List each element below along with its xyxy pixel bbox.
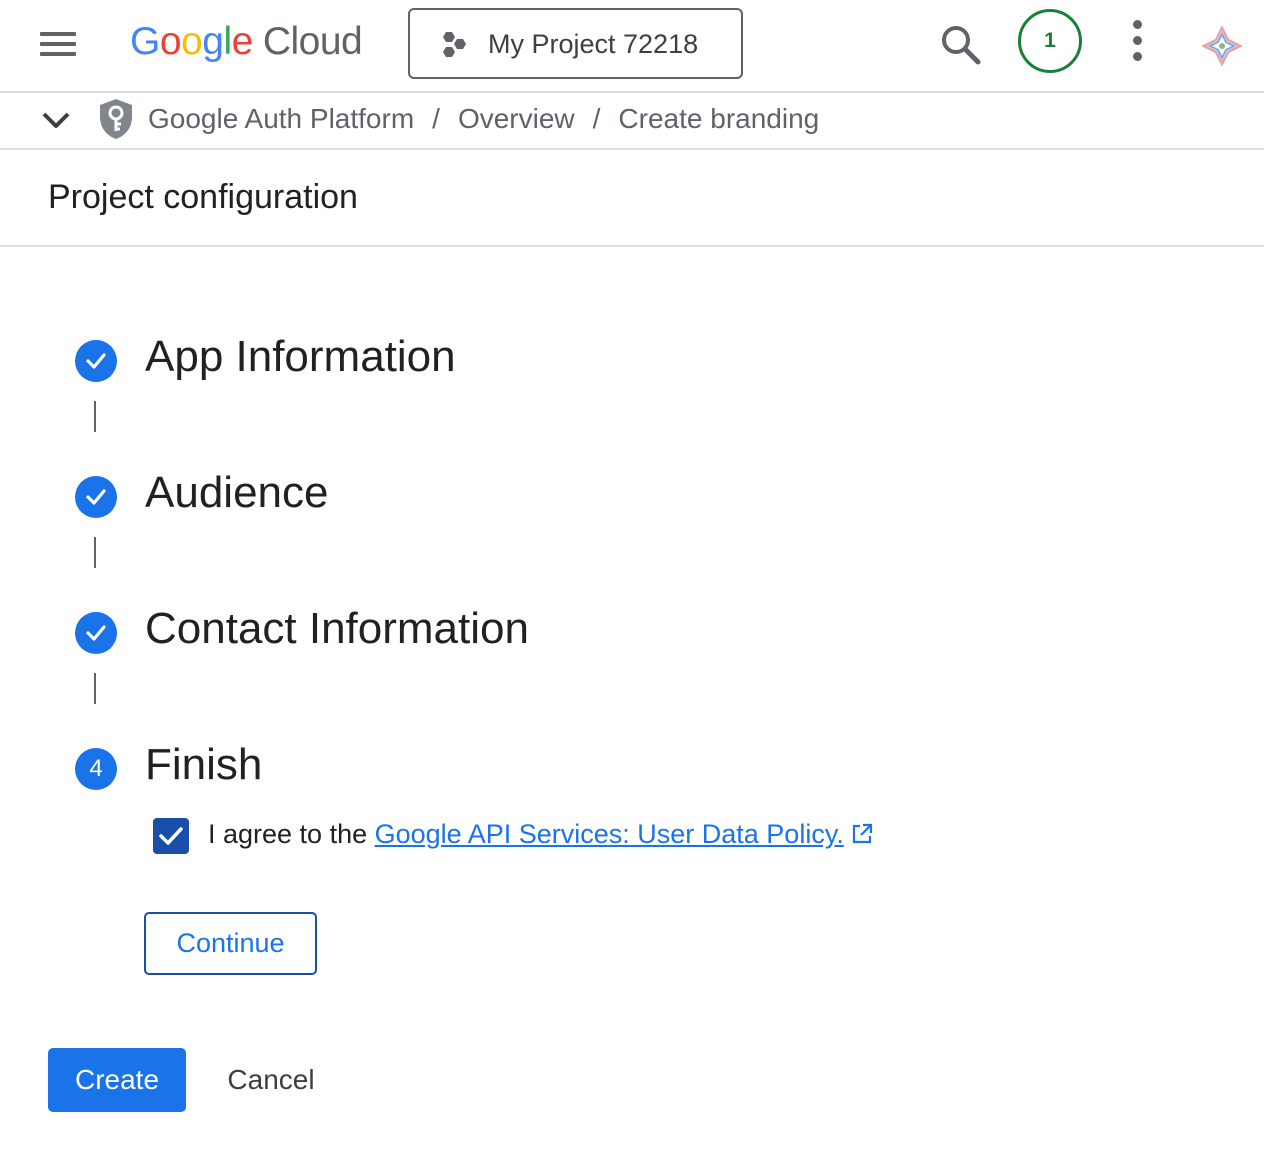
breadcrumb-separator: / [592,103,601,134]
open-in-new-icon[interactable] [850,822,874,846]
logo-letter: o [159,20,182,63]
project-hexagon-icon [443,32,466,57]
chevron-down-icon[interactable] [38,105,74,135]
project-picker-button[interactable]: My Project 72218 [408,8,743,79]
create-button[interactable]: Create [48,1048,186,1112]
notifications-badge-button[interactable]: 1 [1018,9,1082,73]
agree-checkbox[interactable] [153,818,189,854]
check-icon[interactable] [75,476,117,518]
shield-key-icon [96,97,136,141]
logo-letter: l [223,20,232,63]
check-icon[interactable] [75,340,117,382]
logo-letter: o [181,20,203,63]
search-icon[interactable] [938,22,984,68]
project-name: My Project 72218 [488,29,699,59]
page-title: Project configuration [48,178,358,216]
logo-letter: e [231,20,254,63]
logo-letter: g [202,20,224,63]
step-label[interactable]: Contact Information [145,604,529,654]
menu-icon[interactable] [38,30,82,58]
page-header: Project configuration [0,150,1264,247]
step-connector [94,537,96,568]
breadcrumb-separator: / [432,103,440,134]
google-cloud-logo[interactable]: G o o g l e Cloud [130,20,363,66]
breadcrumb-item-overview[interactable]: Overview [458,103,575,135]
step-connector [94,673,96,704]
check-icon[interactable] [75,612,117,654]
breadcrumb: Google Auth Platform / Overview / Create… [148,103,819,135]
breadcrumb-bar: Google Auth Platform / Overview / Create… [0,93,1264,150]
user-data-policy-link[interactable]: Google API Services: User Data Policy. [375,819,844,849]
more-vert-icon[interactable] [1124,18,1152,64]
step-connector [94,401,96,432]
agreement-text: I agree to the Google API Services: User… [208,819,874,850]
continue-button[interactable]: Continue [144,912,317,975]
logo-product: Cloud [262,20,363,63]
step-number-badge: 4 [75,748,117,790]
agreement-prefix: I agree to the [208,819,375,849]
step-label[interactable]: App Information [145,332,456,382]
breadcrumb-item-auth-platform[interactable]: Google Auth Platform [148,103,414,135]
top-app-bar: G o o g l e Cloud My Project 72218 1 [0,0,1264,93]
gemini-icon[interactable] [1200,24,1244,68]
cancel-button[interactable]: Cancel [206,1048,336,1112]
breadcrumb-item-create-branding: Create branding [618,103,820,134]
check-icon [159,827,183,845]
step-label: Finish [145,740,263,789]
logo-letter: G [130,20,160,63]
step-label[interactable]: Audience [145,468,328,518]
